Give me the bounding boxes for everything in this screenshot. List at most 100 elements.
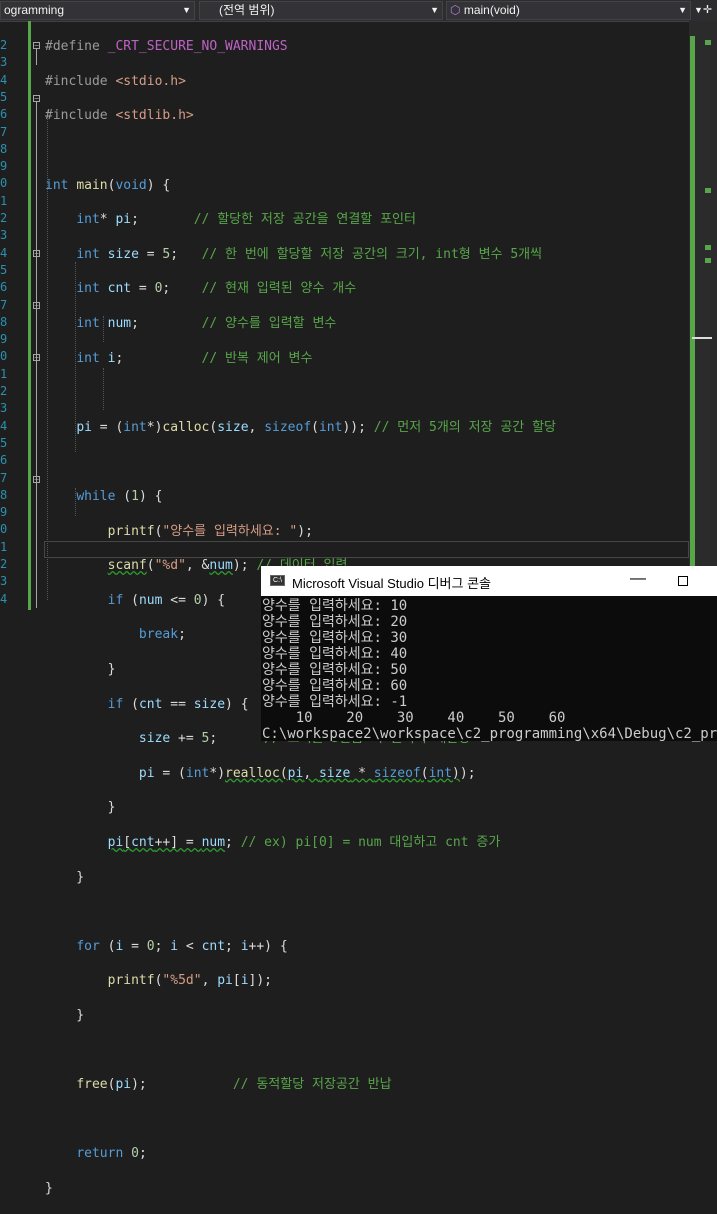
project-dropdown[interactable]: ogramming ▼ — [0, 1, 195, 20]
line-number: 2 — [0, 211, 7, 225]
line-number: 9 — [0, 159, 7, 174]
debug-console-window[interactable]: C:\ Microsoft Visual Studio 디버그 콘솔 — 양수를… — [261, 566, 717, 742]
change-indicator-bar — [28, 21, 31, 610]
fold-icon[interactable]: − — [33, 354, 40, 362]
change-overview-bar — [690, 36, 695, 566]
line-number: 2 — [0, 557, 7, 571]
line-number: 6 — [0, 453, 7, 468]
navigation-bar: ogramming ▼ (전역 범위) ▼ ⬡ main(void) ▼ ▼✛ — [0, 0, 717, 22]
overview-marker — [705, 40, 711, 45]
overview-marker — [705, 188, 711, 193]
console-output-line: 양수를 입력하세요: -1 — [262, 694, 408, 710]
chevron-down-icon: ▼ — [678, 5, 687, 15]
chevron-down-icon: ▼ — [430, 5, 439, 15]
line-number: 1 — [0, 539, 7, 554]
line-number: 7 — [0, 124, 7, 139]
line-number: 5 — [0, 435, 7, 450]
member-dropdown[interactable]: ⬡ main(void) ▼ — [446, 1, 691, 20]
line-number: 3 — [0, 228, 7, 243]
code-line: } — [45, 1180, 53, 1196]
line-number: 6 — [0, 280, 7, 295]
code-line: printf("%5d", pi[i]); — [107, 973, 273, 989]
console-output-line: 양수를 입력하세요: 20 — [262, 614, 408, 630]
chevron-down-icon: ▼ — [694, 5, 703, 15]
fold-icon[interactable]: − — [33, 476, 40, 484]
line-number: 4 — [0, 72, 7, 87]
line-number: 9 — [0, 332, 7, 347]
scope-dropdown[interactable]: (전역 범위) ▼ — [199, 1, 443, 20]
line-number: 7 — [0, 297, 7, 312]
project-label: ogramming — [4, 3, 65, 17]
scroll-position-marker[interactable] — [692, 337, 712, 339]
fold-line — [36, 49, 37, 65]
overview-marker — [705, 258, 711, 263]
code-line: #include <stdlib.h> — [45, 108, 194, 124]
line-number: 1 — [0, 366, 7, 381]
minimize-icon[interactable]: — — [627, 570, 649, 592]
code-line: #include <stdio.h> — [45, 73, 186, 89]
line-number: 5 — [0, 89, 7, 104]
code-line: printf("양수를 입력하세요: "); — [107, 523, 313, 539]
line-number: 2 — [0, 38, 7, 52]
code-line: pi = (int*)realloc(pi, size * sizeof(int… — [138, 765, 476, 781]
code-line: int i; // 반복 제어 변수 — [76, 350, 313, 366]
line-number: 1 — [0, 193, 7, 208]
cube-icon: ⬡ — [450, 3, 461, 17]
overview-marker — [705, 245, 711, 250]
code-line: free(pi); // 동적할당 저장공간 반납 — [76, 1077, 392, 1093]
code-line: #define _CRT_SECURE_NO_WARNINGS — [45, 39, 288, 55]
scope-label: (전역 범위) — [219, 3, 275, 17]
console-title-bar[interactable]: C:\ Microsoft Visual Studio 디버그 콘솔 — — [261, 566, 717, 596]
console-output-line: 양수를 입력하세요: 40 — [262, 646, 408, 662]
code-line: return 0; — [76, 1146, 147, 1162]
fold-icon[interactable]: − — [33, 302, 40, 310]
code-line: int size = 5; // 한 번에 할당할 저장 공간의 크기, int… — [76, 246, 543, 262]
line-number: 0 — [0, 522, 7, 537]
line-number: 4 — [0, 245, 7, 260]
member-label: main(void) — [463, 3, 520, 17]
code-line: } — [45, 869, 85, 885]
code-line: pi = (int*)calloc(size, sizeof(int)); //… — [76, 419, 556, 435]
line-number: 9 — [0, 505, 7, 520]
code-line: pi[cnt++] = num; // ex) pi[0] = num 대입하고… — [107, 834, 501, 850]
line-number: 2 — [0, 384, 7, 398]
line-number: 8 — [0, 314, 7, 329]
console-output-line: 양수를 입력하세요: 60 — [262, 678, 408, 694]
console-output-line: C:\workspace2\workspace\c2_programming\x… — [262, 726, 717, 742]
line-number: 0 — [0, 349, 7, 364]
line-number: 3 — [0, 574, 7, 589]
code-line: for (i = 0; i < cnt; i++) { — [76, 938, 288, 954]
line-number: 6 — [0, 107, 7, 122]
split-button[interactable]: ▼✛ — [691, 1, 717, 20]
code-line: int num; // 양수를 입력할 변수 — [76, 316, 337, 332]
fold-icon[interactable]: − — [33, 95, 40, 103]
chevron-down-icon: ▼ — [182, 5, 191, 15]
line-number: 8 — [0, 487, 7, 502]
console-output-line: 10 20 30 40 50 60 — [262, 710, 566, 726]
code-line: while (1) { — [76, 489, 163, 505]
line-number: 5 — [0, 262, 7, 277]
console-output-line: 양수를 입력하세요: 50 — [262, 662, 408, 678]
code-line: int* pi; // 할당한 저장 공간을 연결할 포인터 — [76, 212, 416, 228]
code-line: int main(void) { — [45, 177, 171, 193]
maximize-icon[interactable] — [672, 570, 694, 592]
line-number: 4 — [0, 418, 7, 433]
code-line: int cnt = 0; // 현재 입력된 양수 개수 — [76, 281, 357, 297]
console-app-icon: C:\ — [270, 575, 285, 586]
line-number: 4 — [0, 591, 7, 606]
fold-icon[interactable]: − — [33, 250, 40, 258]
fold-icon[interactable]: − — [33, 42, 40, 50]
console-output: 양수를 입력하세요: 10 양수를 입력하세요: 20 양수를 입력하세요: 30 양… — [262, 598, 717, 742]
line-number: 3 — [0, 55, 7, 70]
console-output-line: 양수를 입력하세요: 30 — [262, 630, 408, 646]
line-number: 0 — [0, 176, 7, 191]
code-line: } — [45, 800, 116, 816]
line-number: 3 — [0, 401, 7, 416]
line-number: 8 — [0, 141, 7, 156]
